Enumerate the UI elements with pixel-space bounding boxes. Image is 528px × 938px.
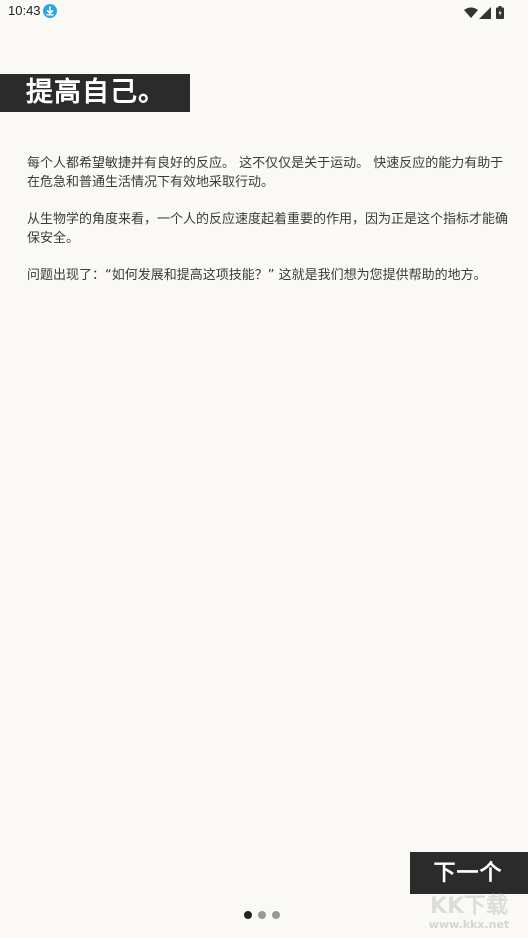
next-button[interactable]: 下一个 — [410, 852, 528, 894]
download-icon — [43, 4, 57, 18]
intro-paragraph: 从生物学的角度来看，一个人的反应速度起着重要的作用，因为正是这个指标才能确保安全… — [27, 212, 509, 246]
status-time: 10:43 — [8, 3, 41, 18]
battery-icon — [496, 4, 504, 23]
page-dot-3[interactable] — [272, 911, 280, 919]
signal-icon — [479, 4, 491, 23]
status-bar: 10:43 — [0, 0, 528, 24]
page-dot-2[interactable] — [258, 911, 266, 919]
watermark-text: KK下载 — [429, 894, 509, 919]
intro-paragraph: 每个人都希望敏捷并有良好的反应。 这不仅仅是关于运动。 快速反应的能力有助于在危… — [27, 156, 504, 190]
intro-text: 每个人都希望敏捷并有良好的反应。 这不仅仅是关于运动。 快速反应的能力有助于在危… — [27, 154, 511, 303]
wifi-icon — [464, 4, 478, 23]
watermark-url: www.kkx.net — [428, 918, 510, 931]
intro-paragraph: 问题出现了：“如何发展和提高这项技能？” 这就是我们想为您提供帮助的地方。 — [27, 268, 487, 283]
watermark: KK下载 www.kkx.net — [414, 895, 524, 935]
page-indicator — [244, 911, 280, 921]
page-title: 提高自己。 — [0, 74, 190, 112]
page-dot-1[interactable] — [244, 911, 252, 919]
